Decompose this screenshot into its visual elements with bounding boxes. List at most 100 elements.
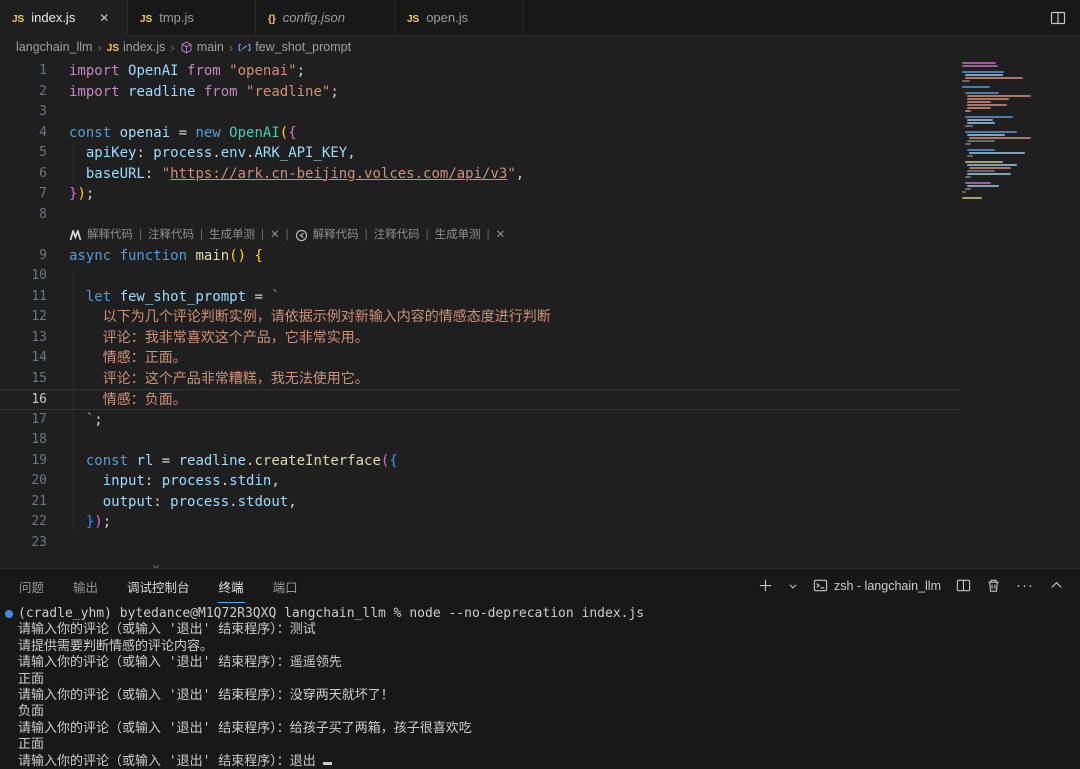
code-line[interactable]: 3 — [0, 102, 960, 123]
codelens-separator: | — [425, 229, 429, 241]
more-actions[interactable]: ··· — [1016, 577, 1034, 595]
code-line[interactable]: 12 以下为几个评论判断实例，请依据示例对新输入内容的情感态度进行判断 — [0, 307, 960, 328]
code-line[interactable]: 7}); — [0, 184, 960, 205]
code-line[interactable]: 13 评论：我非常喜欢这个产品，它非常实用。 — [0, 327, 960, 349]
breadcrumb-item-main[interactable]: main — [180, 40, 224, 54]
minimap-line — [962, 191, 966, 193]
code-line[interactable]: 11 let few_shot_prompt = ` — [0, 286, 960, 308]
code-text: `; — [69, 410, 103, 431]
code-token: . — [220, 473, 230, 489]
close-icon[interactable]: ✕ — [96, 11, 112, 25]
code-line[interactable]: 6 baseURL: "https://ark.cn-beijing.volce… — [0, 163, 960, 185]
panel-tab-终端[interactable]: 终端 — [217, 569, 245, 603]
variable-icon — [238, 41, 251, 54]
codelens-separator: | — [285, 229, 289, 241]
kill-terminal[interactable] — [986, 578, 1001, 593]
codelens-action[interactable]: 解释代码 — [87, 225, 133, 246]
code-link[interactable]: https://ark.cn-beijing.volces.com/api/v3 — [170, 166, 507, 182]
breadcrumb-item-few_shot_prompt[interactable]: few_shot_prompt — [238, 40, 351, 54]
code-token: 情感：正面。 — [69, 350, 187, 366]
code-line[interactable]: 4 const openai = new OpenAI({ — [0, 123, 960, 144]
js-icon: JS — [406, 14, 420, 25]
plus-icon — [758, 578, 773, 593]
breadcrumb-item-langchain_llm[interactable]: langchain_llm — [16, 40, 92, 54]
braces-icon: {} — [268, 14, 276, 25]
code-line[interactable]: 19 const rl = readline.createInterface({ — [0, 450, 960, 472]
codelens-action[interactable]: 生成单测 — [435, 225, 481, 246]
tab-index.js[interactable]: JS index.js ✕ — [0, 0, 128, 36]
code-token: stdin — [229, 473, 272, 489]
minimap-line — [967, 119, 993, 121]
line-number: 1 — [39, 63, 47, 78]
code-line[interactable]: 22 }); — [0, 512, 960, 533]
line-number: 15 — [31, 370, 47, 386]
code-token: ` — [271, 288, 280, 305]
tab-open.js[interactable]: JS open.js — [395, 0, 523, 35]
code-text: import readline from "readline"; — [69, 82, 339, 103]
code-token: " — [161, 165, 171, 182]
tab-tmp.js[interactable]: JS tmp.js — [128, 0, 256, 35]
tab-config.json[interactable]: {} config.json — [256, 0, 395, 35]
code-line[interactable]: 17 `; — [0, 409, 960, 431]
line-number: 11 — [31, 288, 47, 304]
line-number: 13 — [31, 329, 47, 345]
code-token: : — [144, 165, 162, 182]
minimap-line — [962, 62, 996, 64]
code-line[interactable]: 2 import readline from "readline"; — [0, 82, 960, 103]
code-line[interactable]: 14 情感：正面。 — [0, 348, 960, 369]
panel-tab-输出[interactable]: 输出 — [72, 569, 99, 603]
breadcrumb-item-index.js[interactable]: JS index.js — [107, 40, 166, 54]
code-line[interactable]: 20 input: process.stdin, — [0, 471, 960, 492]
line-number: 21 — [31, 493, 47, 509]
launch-profile[interactable] — [788, 581, 798, 591]
code-text: }); — [69, 512, 111, 533]
minimap-line — [962, 65, 998, 67]
codelens-action[interactable]: 注释代码 — [148, 225, 194, 246]
code-text: const openai = new OpenAI({ — [69, 123, 297, 144]
code-line[interactable]: 10 — [0, 266, 960, 287]
codelens-action[interactable]: ✕ — [496, 225, 506, 246]
code-line[interactable]: 1 import OpenAI from "openai"; — [0, 61, 960, 82]
minimap-line — [967, 155, 973, 157]
code-token: async — [69, 247, 120, 264]
code-editor[interactable]: 1 import OpenAI from "openai"; 2 import rea… — [0, 58, 1080, 572]
code-text: let few_shot_prompt = ` — [69, 287, 280, 308]
line-number: 7 — [39, 186, 47, 201]
codelens-action[interactable]: 生成单测 — [209, 225, 255, 246]
new-terminal[interactable] — [758, 578, 773, 593]
code-line[interactable]: 23 — [0, 533, 960, 554]
code-text: 评论：这个产品非常糟糕，我无法使用它。 — [69, 369, 369, 390]
code-line[interactable]: 5 apiKey: process.env.ARK_API_KEY, — [0, 143, 960, 164]
terminal-icon — [813, 578, 828, 593]
line-number: 5 — [39, 145, 47, 160]
code-line[interactable]: 16 情感：负面。 — [0, 389, 960, 410]
code-line[interactable]: 18 — [0, 430, 960, 451]
editor-tab-bar: JS index.js ✕ JS tmp.js {} config.json JS open.j… — [0, 0, 1080, 36]
codelens-separator: | — [364, 229, 368, 241]
codelens-action[interactable]: 注释代码 — [374, 225, 420, 246]
line-number: 18 — [31, 432, 47, 447]
code-line[interactable]: 21 output: process.stdout, — [0, 491, 960, 513]
code-text: 以下为几个评论判断实例，请依据示例对新输入内容的情感态度进行判断 — [69, 307, 551, 328]
panel-tab-端口[interactable]: 端口 — [272, 569, 299, 603]
line-number: 14 — [31, 350, 47, 365]
split-terminal[interactable] — [956, 578, 971, 593]
maximize-panel[interactable] — [1049, 578, 1064, 593]
code-token: apiKey — [85, 145, 137, 161]
panel-tab-问题[interactable]: 问题 — [18, 569, 45, 603]
code-line[interactable]: 15 评论：这个产品非常糟糕，我无法使用它。 — [0, 368, 960, 390]
js-icon: JS — [106, 43, 120, 54]
code-token: "openai" — [229, 63, 297, 79]
split-editor-icon[interactable] — [1050, 10, 1066, 26]
editor-actions — [1050, 0, 1080, 35]
code-line[interactable]: 9 async function main() { — [0, 246, 960, 267]
terminal-tab-entry[interactable]: zsh - langchain_llm — [813, 578, 941, 593]
codelens-action[interactable]: ✕ — [270, 225, 280, 246]
panel-tab-调试控制台[interactable]: 调试控制台 — [126, 569, 191, 603]
code-line[interactable]: 8 — [0, 205, 960, 226]
terminal-output[interactable]: (cradle_yhm) bytedance@M1Q72R3QXQ langch… — [0, 603, 1080, 769]
code-token: few_shot_prompt — [119, 288, 247, 305]
minimap[interactable] — [962, 62, 1074, 200]
line-number: 17 — [31, 411, 47, 427]
codelens-action[interactable]: 解释代码 — [313, 225, 359, 246]
